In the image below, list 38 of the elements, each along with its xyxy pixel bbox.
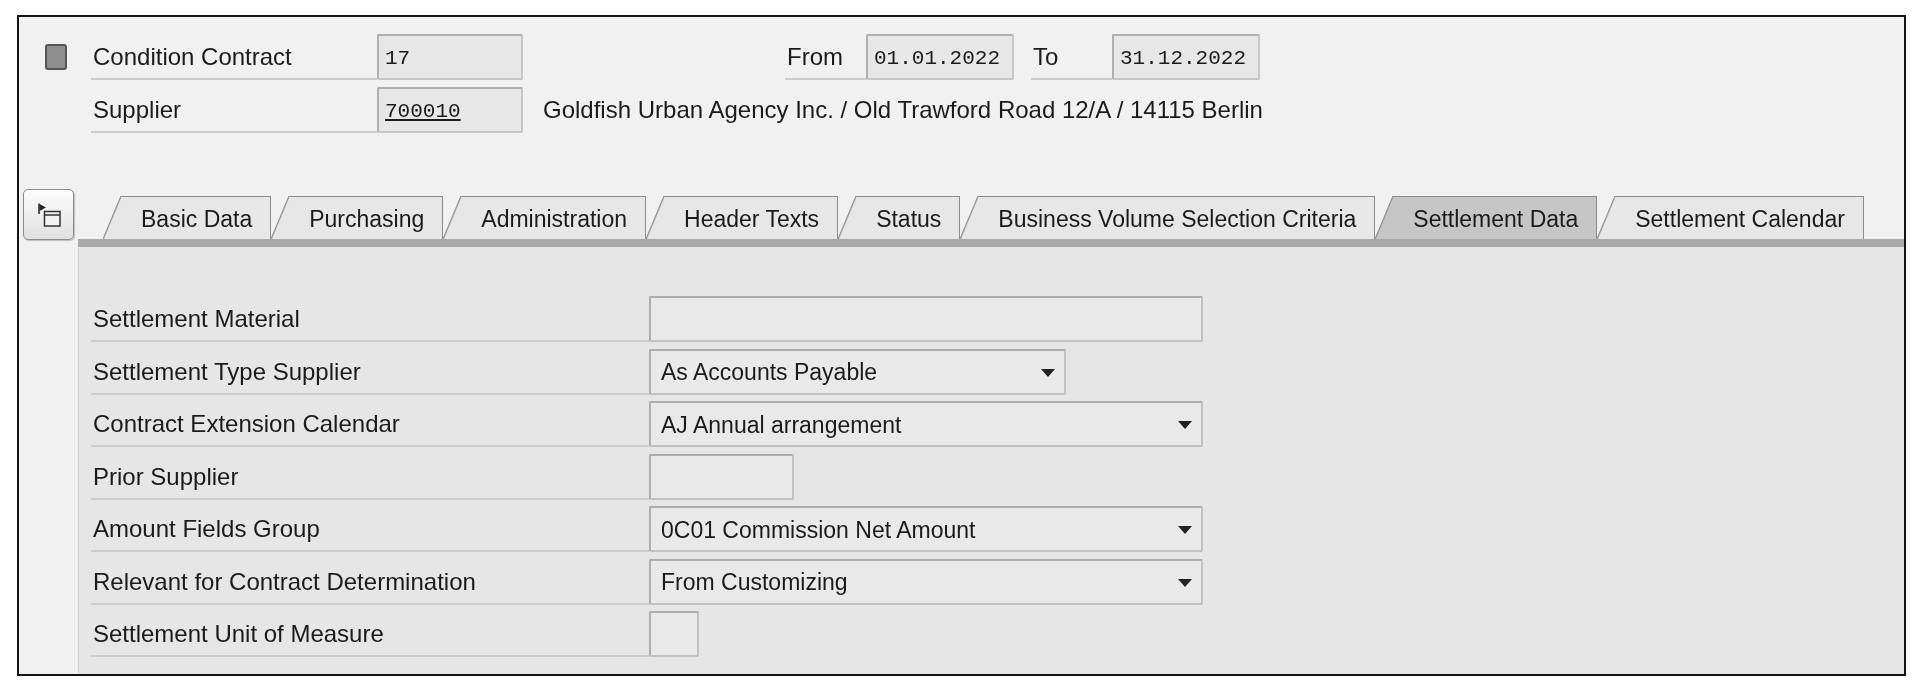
tab[interactable]: Business Volume Selection Criteria (960, 196, 1376, 239)
status-square-icon (45, 44, 67, 70)
caret-icon (1178, 526, 1192, 534)
field-label: From (787, 43, 843, 72)
field-label: Settlement Type Supplier (93, 357, 361, 387)
tab[interactable]: Purchasing (271, 196, 444, 239)
caret-icon (1178, 421, 1192, 429)
tab[interactable]: Status (838, 196, 961, 239)
field-label: Settlement Unit of Measure (93, 620, 384, 649)
field-label: Contract Extension Calendar (93, 410, 400, 439)
field-label: Supplier (93, 96, 182, 125)
tab[interactable]: Settlement Calendar (1597, 196, 1864, 239)
tab[interactable]: Administration (443, 196, 647, 239)
field-label: Relevant for Contract Determination (93, 567, 476, 597)
input-field[interactable]: 17 (377, 34, 523, 80)
tab[interactable]: Settlement Data (1375, 196, 1598, 239)
dropdown-field[interactable]: As Accounts Payable (649, 348, 1066, 395)
field-label: Prior Supplier (93, 462, 239, 492)
input-field[interactable] (649, 453, 794, 500)
input-field[interactable] (649, 296, 1203, 342)
dropdown-field[interactable]: AJ Annual arrangement (649, 401, 1203, 447)
field-label: Condition Contract (93, 43, 292, 72)
field-label: To (1033, 43, 1059, 72)
supplier-description: Goldfish Urban Agency Inc. / Old Trawford Road 12/A / 14115 Berlin (543, 95, 1263, 125)
field-label: Settlement Material (93, 305, 300, 334)
input-field[interactable]: 700010 (377, 87, 523, 133)
date-field[interactable]: 31.12.2022 (1112, 34, 1260, 80)
tab[interactable]: Basic Data (103, 196, 272, 239)
date-field[interactable]: 01.01.2022 (866, 34, 1014, 80)
dropdown-field[interactable]: From Customizing (649, 558, 1203, 605)
tab[interactable]: Header Texts (646, 196, 839, 239)
field-label: Amount Fields Group (93, 515, 320, 544)
tab-menu-button[interactable] (23, 189, 74, 240)
dropdown-field[interactable]: 0C01 Commission Net Amount (649, 506, 1203, 552)
window-icon (36, 202, 61, 227)
input-field[interactable] (649, 611, 699, 657)
caret-icon (1178, 578, 1192, 587)
caret-icon (1041, 368, 1055, 377)
